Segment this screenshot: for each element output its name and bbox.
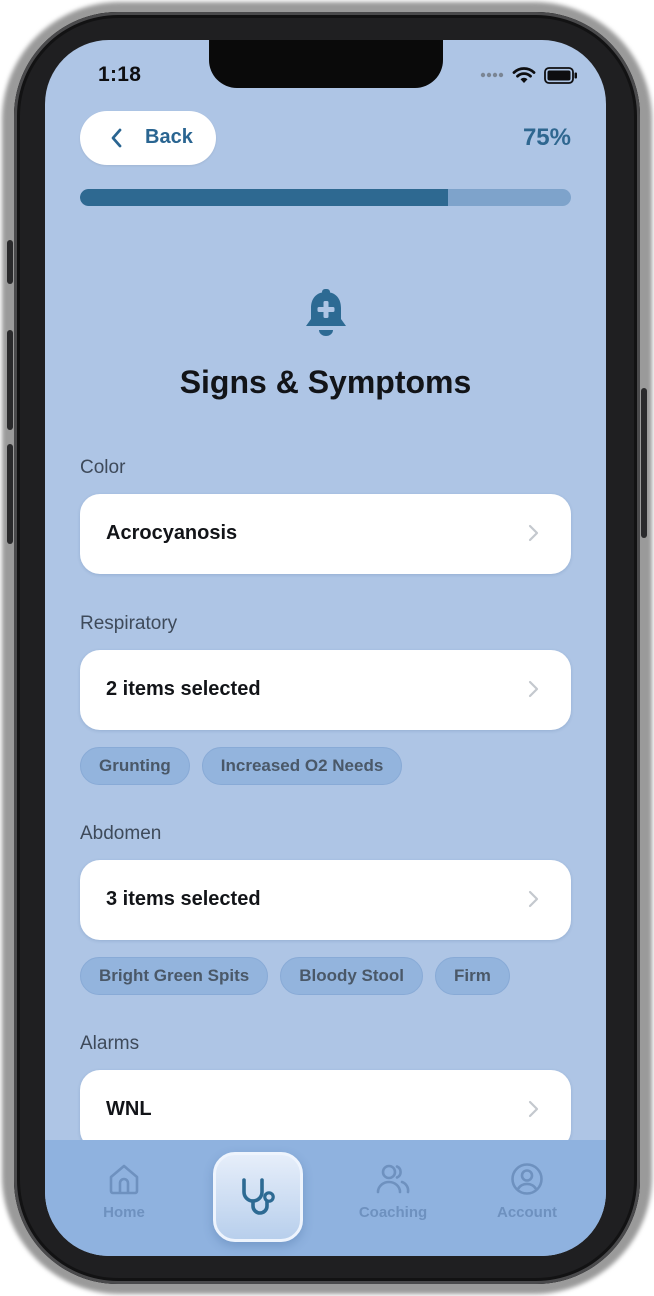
tab-label: Home [103,1204,145,1221]
tab-account[interactable]: Account [472,1162,582,1221]
stethoscope-icon [242,1178,275,1215]
chip-group-abdomen: Bright Green Spits Bloody Stool Firm [80,957,510,995]
chip-bright-green-spits[interactable]: Bright Green Spits [80,957,269,995]
app-screen: 1:18 Back 75% Signs & Symptoms Color Acr… [45,40,606,1256]
home-icon [109,1164,139,1195]
section-label-abdomen: Abdomen [80,823,162,844]
section-label-color: Color [80,457,126,478]
cellular-dots-icon [480,72,504,78]
tab-coaching[interactable]: Coaching [338,1162,448,1221]
chip-grunting[interactable]: Grunting [80,747,190,785]
chevron-right-icon [528,680,539,698]
tab-checkup-active[interactable] [213,1152,303,1242]
status-time: 1:18 [98,63,142,86]
chevron-right-icon [528,1100,539,1118]
back-button[interactable]: Back [80,111,216,165]
select-alarms[interactable]: WNL [80,1070,571,1150]
select-color[interactable]: Acrocyanosis [80,494,571,574]
select-value: 3 items selected [106,888,261,910]
volume-down-button [7,444,13,544]
battery-icon [544,66,577,84]
wifi-icon [512,67,536,83]
back-label: Back [145,126,193,148]
account-icon [511,1163,543,1195]
tab-label: Account [497,1204,557,1221]
tab-label: Coaching [358,1204,428,1221]
progress-fill [80,189,449,206]
chevron-right-icon [528,524,539,542]
chip-increased-o2-needs[interactable]: Increased O2 Needs [201,747,403,785]
chevron-right-icon [528,890,539,908]
select-abdomen[interactable]: 3 items selected [80,860,571,940]
select-value: Acrocyanosis [106,522,238,544]
chevron-left-icon [111,128,122,148]
volume-up-button [7,330,13,430]
select-value: 2 items selected [106,678,261,700]
progress-percent: 75% [522,124,571,151]
progress-bar [80,189,571,206]
tab-bar: Home Coaching Account [45,1140,606,1256]
select-respiratory[interactable]: 2 items selected [80,650,571,730]
page-title: Signs & Symptoms [179,364,472,400]
mute-switch [7,240,13,284]
notch [209,40,443,88]
section-label-respiratory: Respiratory [80,613,178,634]
select-value: WNL [106,1098,152,1120]
status-icons [480,66,578,84]
people-icon [376,1164,410,1194]
bell-plus-icon [306,289,346,336]
tab-home[interactable]: Home [69,1162,179,1221]
chip-firm[interactable]: Firm [435,957,510,995]
power-button [641,388,647,538]
section-label-alarms: Alarms [80,1033,140,1054]
chip-bloody-stool[interactable]: Bloody Stool [280,957,424,995]
chip-group-respiratory: Grunting Increased O2 Needs [80,747,403,785]
